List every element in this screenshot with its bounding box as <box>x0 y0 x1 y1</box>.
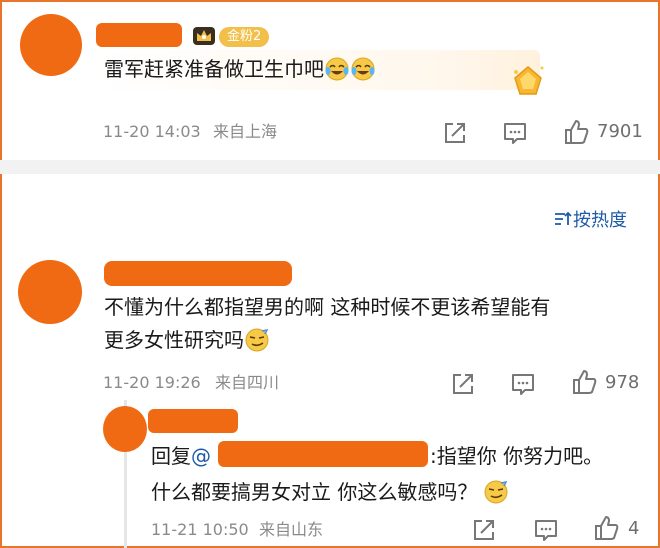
thumbs-up-icon[interactable] <box>592 514 620 542</box>
thumbs-up-icon[interactable] <box>570 368 598 396</box>
timestamp: 11-20 19:26 <box>103 373 201 392</box>
location: 来自山东 <box>259 520 324 539</box>
share-icon[interactable] <box>449 370 477 398</box>
like-count: 7901 <box>597 121 643 142</box>
username-redaction[interactable] <box>96 23 182 47</box>
sort-icon <box>555 211 572 225</box>
comment-text: 雷军赶紧准备做卫生巾吧 <box>104 53 376 85</box>
comment-text-line-2: 更多女性研究吗 <box>104 324 270 356</box>
comment-icon[interactable] <box>532 516 560 544</box>
location: 来自上海 <box>213 122 278 141</box>
comment-icon[interactable] <box>509 370 537 398</box>
mention-link[interactable]: @ <box>191 444 211 468</box>
comment-text-content: 更多女性研究吗 <box>104 328 244 352</box>
reply-text-line-2: 什么都要搞男女对立 你这么敏感吗？ <box>151 476 509 508</box>
avatar[interactable] <box>20 14 82 76</box>
like-count: 4 <box>628 518 640 539</box>
reply-text-content: 什么都要搞男女对立 你这么敏感吗？ <box>151 480 478 504</box>
section-divider <box>0 160 660 174</box>
thumbs-up-icon[interactable] <box>562 118 590 146</box>
fan-badge: 金粉2 <box>219 27 270 47</box>
avatar[interactable] <box>18 260 82 324</box>
mention-redaction[interactable] <box>218 441 428 467</box>
sort-by-hot[interactable]: 按热度 <box>553 206 627 232</box>
laugh-cry-emoji <box>351 57 375 81</box>
like-count: 978 <box>605 372 640 393</box>
timestamp: 11-21 10:50 <box>151 520 249 539</box>
reply-text-tail: :指望你 你努力吧。 <box>430 444 604 468</box>
share-icon[interactable] <box>470 516 498 544</box>
laugh-cry-emoji <box>325 57 349 81</box>
sort-label: 按热度 <box>573 210 627 231</box>
smug-emoji <box>484 480 508 504</box>
comment-text-content: 雷军赶紧准备做卫生巾吧 <box>104 57 324 81</box>
timestamp: 11-20 14:03 <box>103 122 201 141</box>
reply-text-line-1: 回复@ <box>151 440 211 472</box>
username-redaction[interactable] <box>104 261 292 286</box>
share-icon[interactable] <box>441 119 469 147</box>
reply-prefix: 回复 <box>151 444 191 468</box>
crown-icon <box>193 27 215 45</box>
smug-emoji <box>245 328 269 352</box>
location: 来自四川 <box>215 373 280 392</box>
gem-badge-icon <box>514 66 544 95</box>
avatar[interactable] <box>103 406 147 452</box>
comment-icon[interactable] <box>501 119 529 147</box>
username-redaction[interactable] <box>148 409 238 433</box>
comment-text-line-1: 不懂为什么都指望男的啊 这种时候不更该希望能有 <box>104 295 551 319</box>
